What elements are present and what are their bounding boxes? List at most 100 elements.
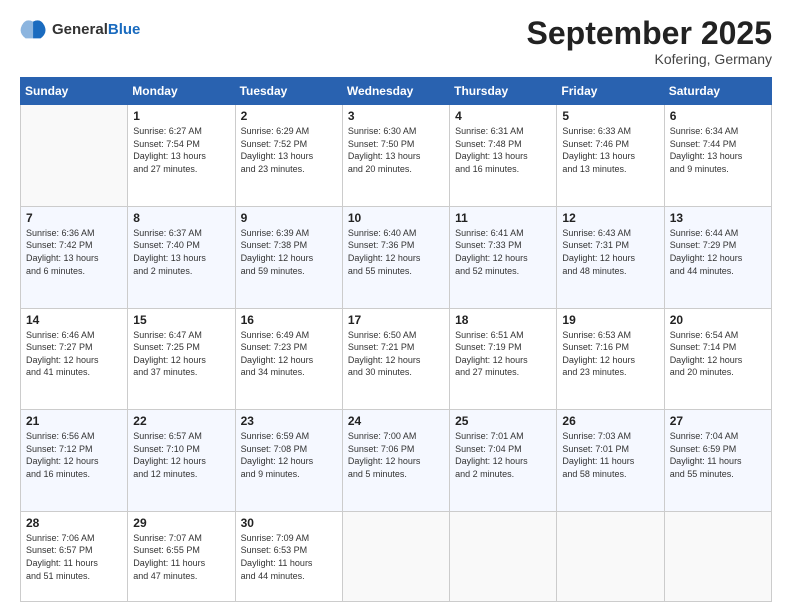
day-number: 10: [348, 211, 444, 225]
calendar-cell: 28Sunrise: 7:06 AM Sunset: 6:57 PM Dayli…: [21, 511, 128, 601]
day-info: Sunrise: 6:27 AM Sunset: 7:54 PM Dayligh…: [133, 125, 229, 175]
calendar-cell: 26 Sunrise: 7:03 AM Sunset: 7:01 PM Dayli…: [557, 410, 664, 512]
day-number: 29: [133, 516, 229, 530]
calendar-cell: 10 Sunrise: 6:40 AM Sunset: 7:36 PM Dayli…: [342, 206, 449, 308]
day-number: 30: [241, 516, 337, 530]
day-number: 21: [26, 414, 122, 428]
calendar-cell: [21, 105, 128, 207]
calendar-cell: 20Sunrise: 6:54 AM Sunset: 7:14 PM Dayli…: [664, 308, 771, 410]
logo-icon: [20, 16, 48, 44]
day-info: Sunrise: 6:53 AM Sunset: 7:16 PM Dayligh…: [562, 329, 658, 379]
day-info: Sunrise: 6:36 AM Sunset: 7:42 PM Dayligh…: [26, 227, 122, 277]
day-number: 23: [241, 414, 337, 428]
day-number: 17: [348, 313, 444, 327]
calendar-cell: 15Sunrise: 6:47 AM Sunset: 7:25 PM Dayli…: [128, 308, 235, 410]
day-info: Sunrise: 6:31 AM Sunset: 7:48 PM Dayligh…: [455, 125, 551, 175]
calendar-cell: 27 Sunrise: 7:04 AM Sunset: 6:59 PM Dayli…: [664, 410, 771, 512]
calendar-cell: [664, 511, 771, 601]
calendar-cell: 2Sunrise: 6:29 AM Sunset: 7:52 PM Daylig…: [235, 105, 342, 207]
calendar-cell: 9Sunrise: 6:39 AM Sunset: 7:38 PM Daylig…: [235, 206, 342, 308]
day-number: 5: [562, 109, 658, 123]
calendar-cell: [450, 511, 557, 601]
day-number: 18: [455, 313, 551, 327]
day-number: 16: [241, 313, 337, 327]
logo-text: GeneralBlue: [52, 21, 140, 39]
calendar-cell: 7 Sunrise: 6:36 AM Sunset: 7:42 PM Daylig…: [21, 206, 128, 308]
weekday-header-sunday: Sunday: [21, 78, 128, 105]
logo: GeneralBlue: [20, 16, 140, 44]
weekday-header-thursday: Thursday: [450, 78, 557, 105]
day-info: Sunrise: 6:56 AM Sunset: 7:12 PM Dayligh…: [26, 430, 122, 480]
day-number: 22: [133, 414, 229, 428]
day-info: Sunrise: 7:00 AM Sunset: 7:06 PM Dayligh…: [348, 430, 444, 480]
calendar-page: GeneralBlue September 2025 Kofering, Ger…: [0, 0, 792, 612]
day-info: Sunrise: 7:01 AM Sunset: 7:04 PM Dayligh…: [455, 430, 551, 480]
calendar-cell: 17 Sunrise: 6:50 AM Sunset: 7:21 PM Dayli…: [342, 308, 449, 410]
day-info: Sunrise: 7:09 AM Sunset: 6:53 PM Dayligh…: [241, 532, 337, 582]
calendar-cell: 3 Sunrise: 6:30 AM Sunset: 7:50 PM Daylig…: [342, 105, 449, 207]
weekday-header-row: SundayMondayTuesdayWednesdayThursdayFrid…: [21, 78, 772, 105]
day-info: Sunrise: 6:54 AM Sunset: 7:14 PM Dayligh…: [670, 329, 766, 379]
day-number: 28: [26, 516, 122, 530]
calendar-cell: 6 Sunrise: 6:34 AM Sunset: 7:44 PM Daylig…: [664, 105, 771, 207]
calendar-cell: 22Sunrise: 6:57 AM Sunset: 7:10 PM Dayli…: [128, 410, 235, 512]
calendar-cell: 23 Sunrise: 6:59 AM Sunset: 7:08 PM Dayli…: [235, 410, 342, 512]
day-info: Sunrise: 6:51 AM Sunset: 7:19 PM Dayligh…: [455, 329, 551, 379]
day-info: Sunrise: 6:37 AM Sunset: 7:40 PM Dayligh…: [133, 227, 229, 277]
weekday-header-wednesday: Wednesday: [342, 78, 449, 105]
week-row-4: 21 Sunrise: 6:56 AM Sunset: 7:12 PM Dayli…: [21, 410, 772, 512]
month-title: September 2025: [527, 16, 772, 51]
day-number: 25: [455, 414, 551, 428]
day-number: 15: [133, 313, 229, 327]
calendar-cell: 13 Sunrise: 6:44 AM Sunset: 7:29 PM Dayli…: [664, 206, 771, 308]
day-number: 19: [562, 313, 658, 327]
day-info: Sunrise: 7:07 AM Sunset: 6:55 PM Dayligh…: [133, 532, 229, 582]
calendar-cell: 4 Sunrise: 6:31 AM Sunset: 7:48 PM Daylig…: [450, 105, 557, 207]
location: Kofering, Germany: [527, 51, 772, 67]
day-info: Sunrise: 6:49 AM Sunset: 7:23 PM Dayligh…: [241, 329, 337, 379]
day-info: Sunrise: 6:34 AM Sunset: 7:44 PM Dayligh…: [670, 125, 766, 175]
day-number: 11: [455, 211, 551, 225]
header: GeneralBlue September 2025 Kofering, Ger…: [20, 16, 772, 67]
day-number: 3: [348, 109, 444, 123]
calendar-cell: 16 Sunrise: 6:49 AM Sunset: 7:23 PM Dayli…: [235, 308, 342, 410]
day-number: 7: [26, 211, 122, 225]
day-info: Sunrise: 6:50 AM Sunset: 7:21 PM Dayligh…: [348, 329, 444, 379]
day-info: Sunrise: 7:03 AM Sunset: 7:01 PM Dayligh…: [562, 430, 658, 480]
day-number: 26: [562, 414, 658, 428]
calendar-table: SundayMondayTuesdayWednesdayThursdayFrid…: [20, 77, 772, 602]
calendar-cell: 8 Sunrise: 6:37 AM Sunset: 7:40 PM Daylig…: [128, 206, 235, 308]
logo-blue: Blue: [108, 21, 141, 38]
calendar-cell: 21 Sunrise: 6:56 AM Sunset: 7:12 PM Dayli…: [21, 410, 128, 512]
day-number: 13: [670, 211, 766, 225]
calendar-cell: 14 Sunrise: 6:46 AM Sunset: 7:27 PM Dayli…: [21, 308, 128, 410]
week-row-2: 7 Sunrise: 6:36 AM Sunset: 7:42 PM Daylig…: [21, 206, 772, 308]
calendar-cell: [342, 511, 449, 601]
calendar-cell: 18 Sunrise: 6:51 AM Sunset: 7:19 PM Dayli…: [450, 308, 557, 410]
day-number: 24: [348, 414, 444, 428]
calendar-cell: 11Sunrise: 6:41 AM Sunset: 7:33 PM Dayli…: [450, 206, 557, 308]
day-info: Sunrise: 6:46 AM Sunset: 7:27 PM Dayligh…: [26, 329, 122, 379]
calendar-cell: [557, 511, 664, 601]
day-info: Sunrise: 6:39 AM Sunset: 7:38 PM Dayligh…: [241, 227, 337, 277]
day-info: Sunrise: 6:30 AM Sunset: 7:50 PM Dayligh…: [348, 125, 444, 175]
weekday-header-tuesday: Tuesday: [235, 78, 342, 105]
day-number: 14: [26, 313, 122, 327]
day-number: 6: [670, 109, 766, 123]
day-number: 4: [455, 109, 551, 123]
day-info: Sunrise: 6:59 AM Sunset: 7:08 PM Dayligh…: [241, 430, 337, 480]
day-number: 2: [241, 109, 337, 123]
calendar-cell: 1Sunrise: 6:27 AM Sunset: 7:54 PM Daylig…: [128, 105, 235, 207]
title-block: September 2025 Kofering, Germany: [527, 16, 772, 67]
day-number: 27: [670, 414, 766, 428]
weekday-header-friday: Friday: [557, 78, 664, 105]
calendar-cell: 30 Sunrise: 7:09 AM Sunset: 6:53 PM Dayli…: [235, 511, 342, 601]
day-info: Sunrise: 6:44 AM Sunset: 7:29 PM Dayligh…: [670, 227, 766, 277]
day-number: 8: [133, 211, 229, 225]
day-info: Sunrise: 7:04 AM Sunset: 6:59 PM Dayligh…: [670, 430, 766, 480]
calendar-cell: 5 Sunrise: 6:33 AM Sunset: 7:46 PM Daylig…: [557, 105, 664, 207]
weekday-header-monday: Monday: [128, 78, 235, 105]
day-info: Sunrise: 6:33 AM Sunset: 7:46 PM Dayligh…: [562, 125, 658, 175]
day-info: Sunrise: 6:40 AM Sunset: 7:36 PM Dayligh…: [348, 227, 444, 277]
calendar-cell: 25 Sunrise: 7:01 AM Sunset: 7:04 PM Dayli…: [450, 410, 557, 512]
